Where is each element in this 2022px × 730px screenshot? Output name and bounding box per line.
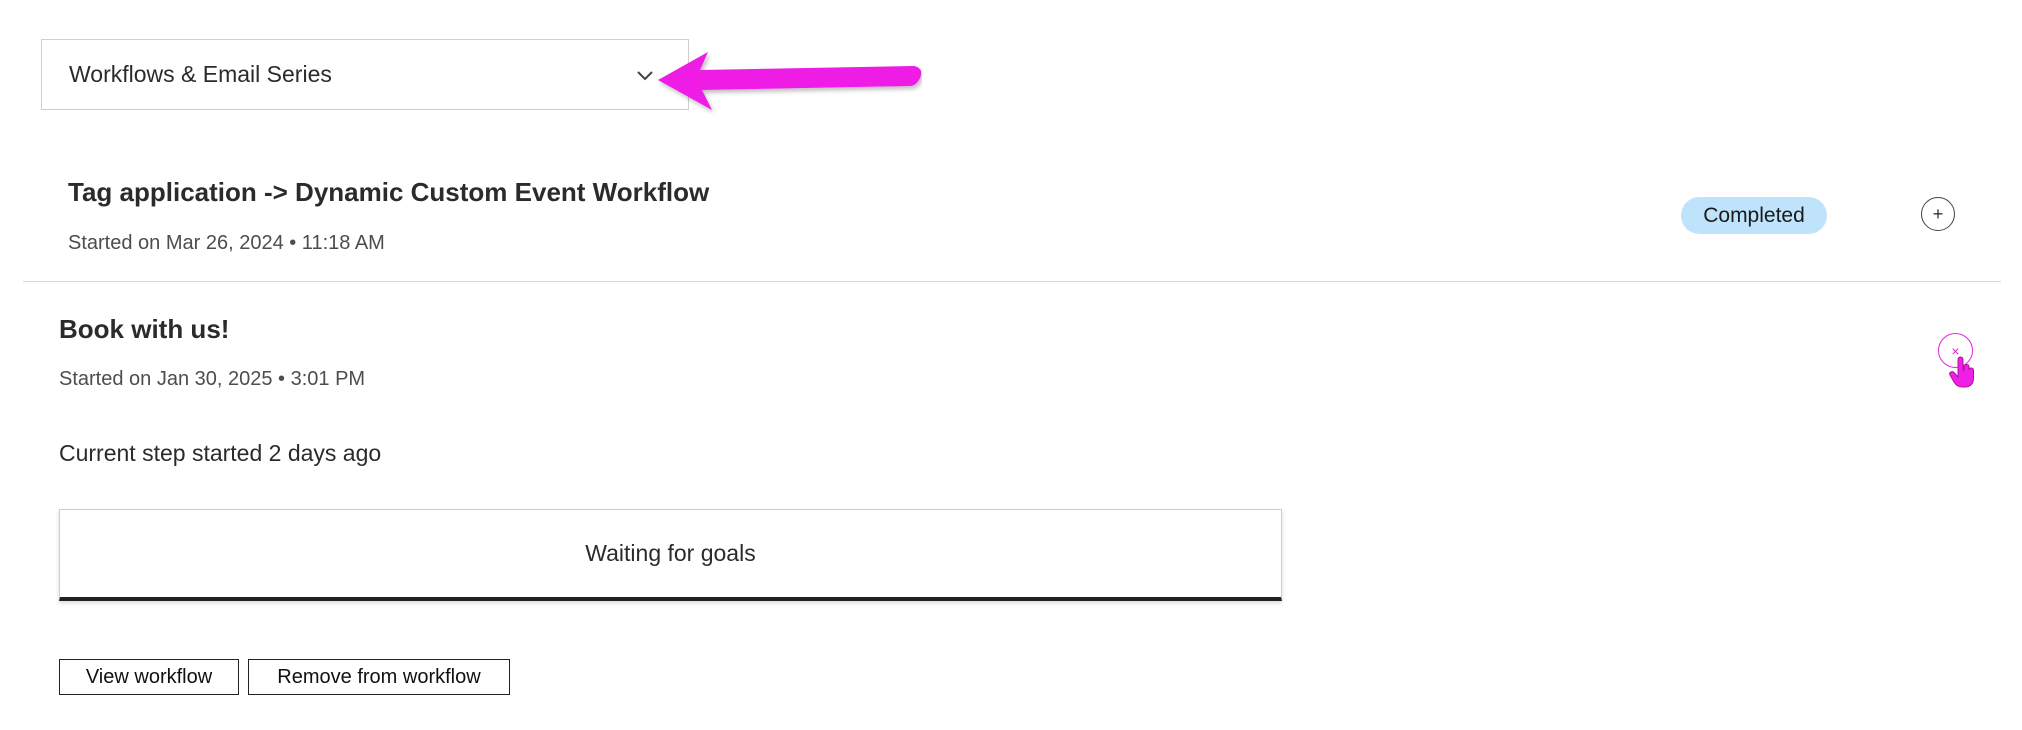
view-workflow-button[interactable]: View workflow xyxy=(59,659,239,695)
annotation-arrow xyxy=(658,52,922,110)
workflow-type-dropdown[interactable]: Workflows & Email Series xyxy=(41,39,689,110)
plus-icon: + xyxy=(1932,204,1944,224)
current-step-card: Waiting for goals xyxy=(59,509,1282,601)
divider xyxy=(23,281,2001,282)
expand-workflow-button[interactable]: + xyxy=(1921,197,1955,231)
workflow-title: Tag application -> Dynamic Custom Event … xyxy=(68,177,710,207)
workflow-started-date: Started on Jan 30, 2025 • 3:01 PM xyxy=(59,368,366,390)
dropdown-selected-label: Workflows & Email Series xyxy=(69,61,332,87)
hand-cursor-icon xyxy=(1949,356,1974,388)
contact-workflows-panel: Workflows & Email Series Tag application… xyxy=(0,0,2022,730)
remove-from-workflow-button[interactable]: Remove from workflow xyxy=(248,659,510,695)
workflow-started-date: Started on Mar 26, 2024 • 11:18 AM xyxy=(68,232,385,254)
step-card-label: Waiting for goals xyxy=(585,540,756,566)
current-step-text: Current step started 2 days ago xyxy=(59,440,382,466)
status-badge: Completed xyxy=(1681,197,1827,234)
workflow-title: Book with us! xyxy=(59,314,230,344)
